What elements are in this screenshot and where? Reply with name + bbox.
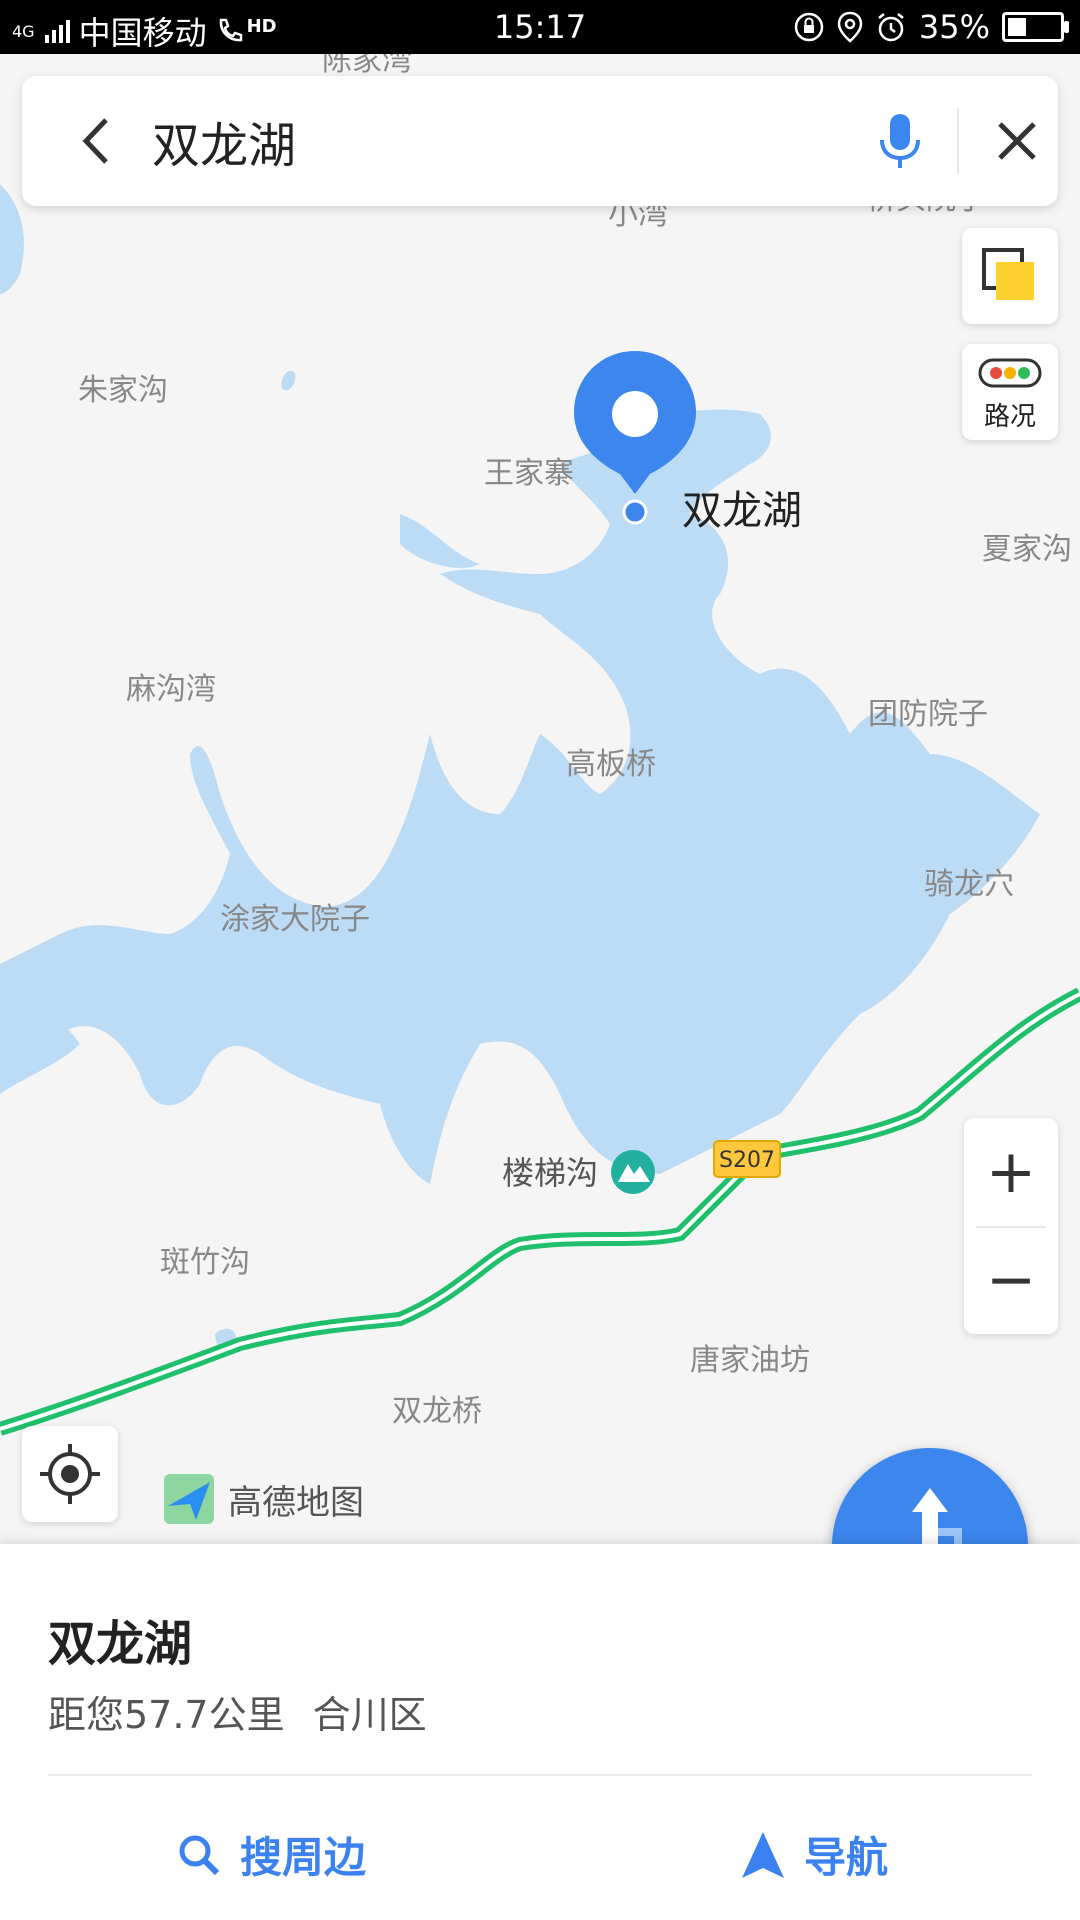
map-label-tang-jia-you-fang: 唐家油坊: [690, 1343, 810, 1378]
place-meta: 距您57.7公里 合川区: [48, 1684, 427, 1739]
search-icon: [179, 1835, 220, 1875]
layers-icon: [982, 248, 1034, 300]
traffic-light-icon: [978, 358, 1042, 388]
search-divider: [957, 108, 959, 174]
microphone-icon: [880, 114, 920, 168]
search-bar: 双龙湖: [22, 76, 1058, 206]
mountain-icon: [611, 1150, 655, 1194]
status-bar: 4G 中国移动 HD 15:17 35%: [0, 0, 1080, 54]
place-detail-card[interactable]: 双龙湖 距您57.7公里 合川区 搜周边 导航: [0, 1544, 1080, 1920]
map-label-qi-long-xue: 骑龙穴: [924, 867, 1014, 902]
map-label-wang-jia-zhai: 王家寨: [484, 456, 574, 491]
road-badge-s207: S207: [713, 1140, 781, 1178]
poi-lou-ti-gou[interactable]: 楼梯沟: [502, 1150, 655, 1194]
traffic-toggle-button[interactable]: 路况: [962, 344, 1058, 440]
place-distance: 距您57.7公里: [48, 1693, 285, 1737]
map-layers-button[interactable]: [962, 228, 1058, 324]
locate-icon: [40, 1444, 100, 1504]
back-arrow-icon: [82, 118, 108, 164]
map-label-ma-gou-wan: 麻沟湾: [126, 672, 216, 707]
card-divider: [48, 1774, 1032, 1776]
zoom-controls: + −: [964, 1118, 1058, 1334]
selected-place-label: 双龙湖: [682, 488, 802, 534]
map-label-xia-jia-gou: 夏家沟: [982, 532, 1072, 567]
status-right: 35%: [793, 8, 1069, 46]
voice-search-button[interactable]: [860, 102, 940, 182]
map-canvas[interactable]: 陈家湾 小湾 桥头院子 朱家沟 王家寨 夏家沟 麻沟湾 团防院子 高板桥 骑龙穴…: [0, 54, 1080, 1544]
location-icon: [837, 11, 863, 43]
map-label-shuang-long-qiao: 双龙桥: [392, 1394, 482, 1429]
map-label-gao-ban-qiao: 高板桥: [566, 747, 656, 782]
map-label-tu-jia-da-yuan-zi: 涂家大院子: [220, 902, 370, 937]
close-icon: [998, 122, 1036, 160]
gaode-logo-icon: [164, 1474, 214, 1524]
search-query[interactable]: 双龙湖: [152, 106, 296, 176]
battery-icon: [1002, 12, 1069, 42]
my-location-button[interactable]: [22, 1426, 118, 1522]
map-label-chen-jia-wan: 陈家湾: [322, 54, 412, 78]
search-nearby-label: 搜周边: [240, 1833, 367, 1882]
place-district: 合川区: [312, 1693, 427, 1737]
road-badge-label: S207: [719, 1148, 775, 1173]
back-button[interactable]: [62, 106, 132, 176]
clear-search-button[interactable]: [982, 106, 1052, 176]
navigate-button[interactable]: 导航: [740, 1824, 888, 1885]
gaode-logo-text: 高德地图: [228, 1482, 364, 1523]
navigate-label: 导航: [804, 1833, 889, 1882]
traffic-label: 路况: [983, 402, 1036, 432]
battery-fill: [1008, 18, 1026, 36]
zoom-in-button[interactable]: +: [964, 1118, 1058, 1226]
poi-label: 楼梯沟: [502, 1154, 598, 1192]
navigation-arrow-icon: [742, 1831, 784, 1878]
search-nearby-button[interactable]: 搜周边: [176, 1824, 366, 1885]
gaode-logo: 高德地图: [160, 1470, 364, 1528]
map-graphics: 陈家湾 小湾 桥头院子 朱家沟 王家寨 夏家沟 麻沟湾 团防院子 高板桥 骑龙穴…: [0, 54, 1080, 1436]
plus-icon: +: [985, 1137, 1037, 1207]
place-title: 双龙湖: [48, 1616, 193, 1672]
battery-percent: 35%: [918, 8, 990, 46]
minus-icon: −: [985, 1245, 1037, 1315]
lock-rotation-icon: [794, 12, 824, 42]
map-label-tuan-fang-yuan-zi: 团防院子: [868, 697, 988, 732]
zoom-out-button[interactable]: −: [964, 1226, 1058, 1334]
alarm-icon: [878, 13, 904, 42]
map-label-ban-zhu-gou: 斑竹沟: [160, 1245, 250, 1280]
map-label-zhu-jia-gou: 朱家沟: [78, 373, 168, 408]
